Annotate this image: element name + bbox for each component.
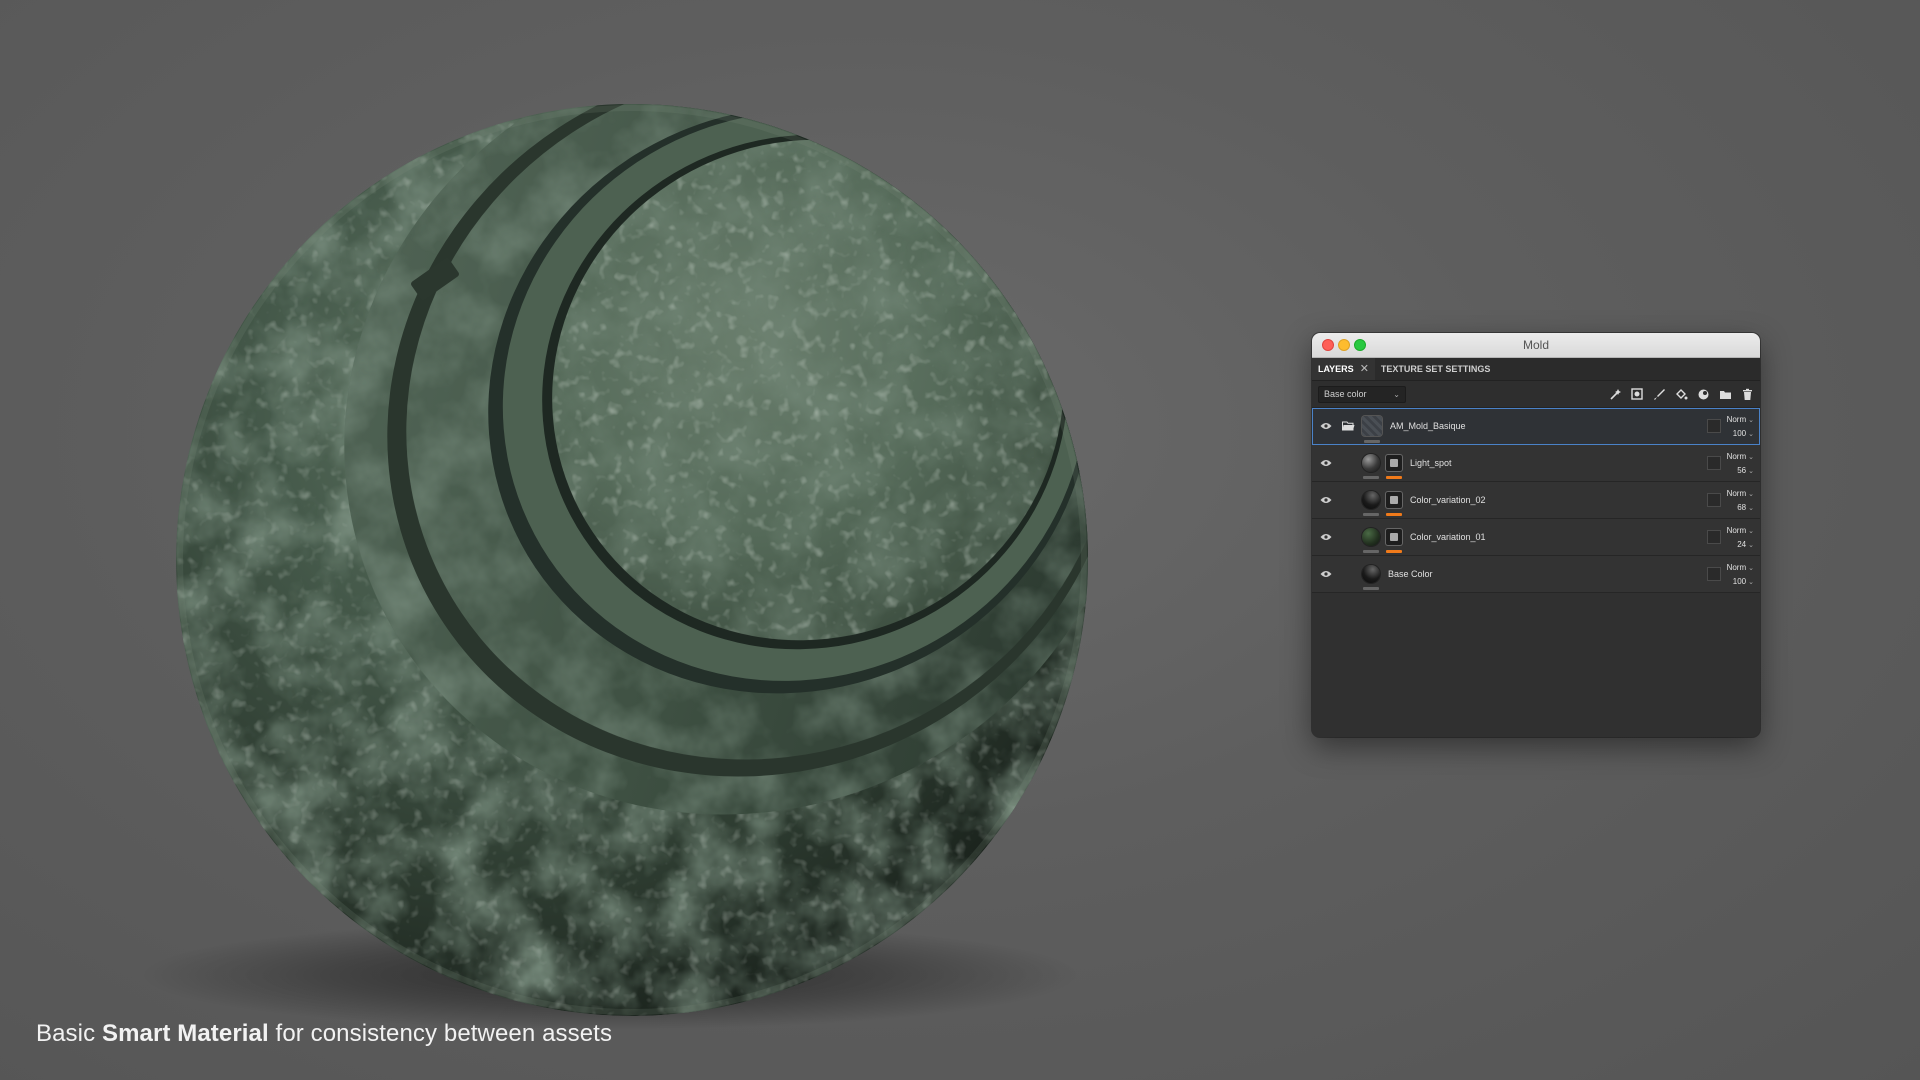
channel-bar	[1364, 440, 1380, 443]
smart-material-icon[interactable]	[1696, 387, 1710, 401]
layer-name: AM_Mold_Basique	[1390, 421, 1466, 431]
layer-mask-thumbnail[interactable]	[1386, 492, 1402, 508]
window-title: Mold	[1522, 338, 1549, 352]
folder-open-icon[interactable]	[1340, 421, 1356, 431]
channel-bar	[1363, 476, 1379, 479]
channel-select[interactable]: Base color ⌄	[1318, 385, 1406, 403]
layers-empty-area[interactable]	[1312, 593, 1760, 733]
close-tab-icon[interactable]: ✕	[1360, 358, 1369, 380]
mask-bar	[1386, 550, 1402, 553]
channel-bar	[1363, 550, 1379, 553]
add-folder-icon[interactable]	[1718, 387, 1732, 401]
layer-checkbox[interactable]	[1706, 419, 1721, 433]
layer-mask-thumbnail[interactable]	[1386, 455, 1402, 471]
delete-icon[interactable]	[1740, 387, 1754, 401]
channel-bar	[1363, 513, 1379, 516]
blend-mode-select[interactable]: Norm ⌄	[1727, 563, 1754, 572]
layers-window: Mold LAYERS ✕ TEXTURE SET SETTINGS Base …	[1312, 333, 1760, 737]
layer-material-thumbnail	[1362, 454, 1380, 472]
mask-bar	[1386, 513, 1402, 516]
visibility-eye-icon[interactable]	[1314, 533, 1338, 541]
blend-mode-value: Norm	[1726, 525, 1747, 535]
layer-name: Base Color	[1388, 569, 1433, 579]
tab-layers[interactable]: LAYERS ✕	[1312, 358, 1375, 380]
blend-mode-value: Norm	[1726, 488, 1747, 498]
blend-mode-select[interactable]: Norm ⌄	[1727, 489, 1754, 498]
layer-checkbox[interactable]	[1706, 493, 1721, 507]
chevron-down-icon: ⌄	[1393, 389, 1400, 399]
opacity-select[interactable]: 100 ⌄	[1733, 429, 1754, 438]
mask-bar	[1386, 476, 1402, 479]
visibility-eye-icon[interactable]	[1314, 496, 1338, 504]
layer-checkbox[interactable]	[1706, 530, 1721, 544]
layers-toolbar: Base color ⌄	[1312, 381, 1760, 408]
blend-mode-select[interactable]: Norm ⌄	[1727, 415, 1754, 424]
add-mask-icon[interactable]	[1630, 387, 1644, 401]
channel-select-value: Base color	[1324, 389, 1367, 399]
blend-mode-select[interactable]: Norm ⌄	[1727, 526, 1754, 535]
layer-name: Color_variation_01	[1410, 532, 1486, 542]
opacity-value: 24	[1737, 539, 1747, 549]
opacity-value: 56	[1737, 465, 1747, 475]
tab-layers-label: LAYERS	[1318, 364, 1354, 374]
layer-material-thumbnail	[1362, 565, 1380, 583]
visibility-eye-icon[interactable]	[1314, 570, 1338, 578]
opacity-select[interactable]: 24 ⌄	[1737, 540, 1754, 549]
blend-mode-value: Norm	[1726, 562, 1747, 572]
blend-mode-value: Norm	[1726, 451, 1747, 461]
layer-checkbox[interactable]	[1706, 456, 1721, 470]
layer-name: Color_variation_02	[1410, 495, 1486, 505]
caption-bold: Smart Material	[101, 1020, 269, 1047]
layer-material-thumbnail	[1362, 528, 1380, 546]
blend-mode-select[interactable]: Norm ⌄	[1727, 452, 1754, 461]
blend-mode-value: Norm	[1726, 414, 1747, 424]
add-fill-layer-icon[interactable]	[1674, 387, 1688, 401]
opacity-select[interactable]: 100 ⌄	[1733, 577, 1754, 586]
layer-row[interactable]: Color_variation_02 Norm ⌄ 68 ⌄	[1312, 482, 1760, 519]
add-effect-icon[interactable]	[1608, 387, 1622, 401]
layer-row[interactable]: Base Color Norm ⌄ 100 ⌄	[1312, 556, 1760, 593]
visibility-eye-icon[interactable]	[1314, 422, 1338, 430]
opacity-select[interactable]: 56 ⌄	[1737, 466, 1754, 475]
opacity-value: 100	[1732, 576, 1747, 586]
channel-bar	[1363, 587, 1379, 590]
opacity-select[interactable]: 68 ⌄	[1737, 503, 1754, 512]
add-paint-layer-icon[interactable]	[1652, 387, 1666, 401]
panel-tabs: LAYERS ✕ TEXTURE SET SETTINGS	[1312, 358, 1760, 381]
tab-texture-set-settings-label: TEXTURE SET SETTINGS	[1380, 364, 1491, 374]
layer-mask-thumbnail[interactable]	[1386, 529, 1402, 545]
tab-texture-set-settings[interactable]: TEXTURE SET SETTINGS	[1375, 358, 1497, 380]
folder-thumbnail	[1362, 416, 1382, 436]
layer-checkbox[interactable]	[1706, 567, 1721, 581]
window-titlebar[interactable]: Mold	[1312, 333, 1760, 358]
caption-suffix: for consistency between assets	[268, 1020, 613, 1047]
visibility-eye-icon[interactable]	[1314, 459, 1338, 467]
caption: Basic Smart Material for consistency bet…	[36, 1020, 612, 1048]
opacity-value: 68	[1737, 502, 1747, 512]
layer-row[interactable]: Color_variation_01 Norm ⌄ 24 ⌄	[1312, 519, 1760, 556]
layer-material-thumbnail	[1362, 491, 1380, 509]
caption-prefix: Basic	[36, 1020, 102, 1047]
opacity-value: 100	[1732, 428, 1747, 438]
layer-name: Light_spot	[1410, 458, 1452, 468]
layer-row[interactable]: Light_spot Norm ⌄ 56 ⌄	[1312, 445, 1760, 482]
layer-row[interactable]: AM_Mold_Basique Norm ⌄ 100 ⌄	[1312, 408, 1760, 445]
material-sphere	[176, 104, 1088, 1016]
